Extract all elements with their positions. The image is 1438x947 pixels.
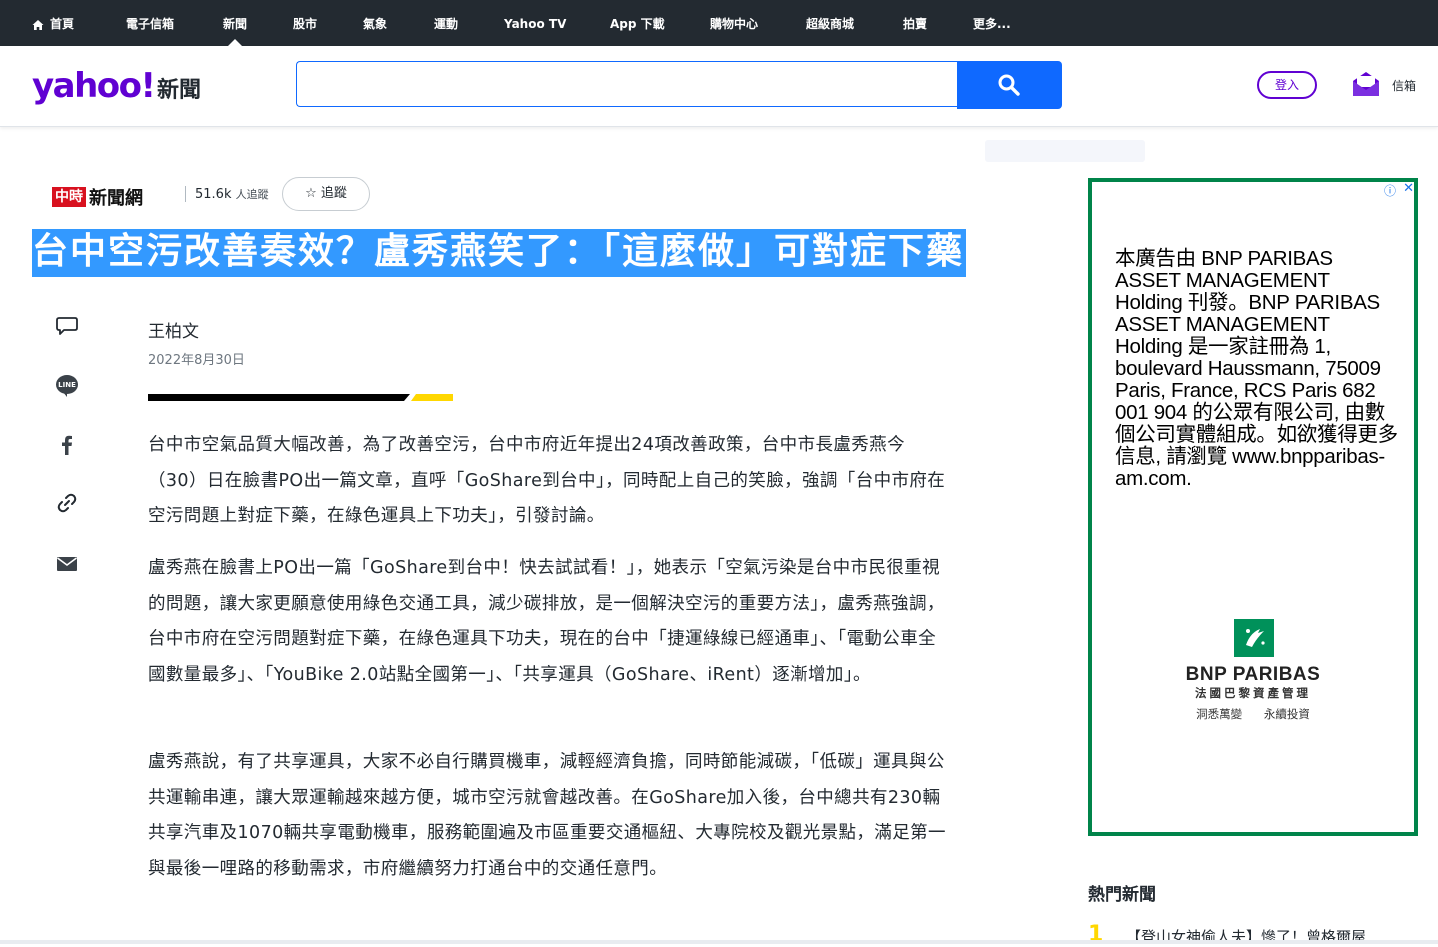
star-icon: ☆ bbox=[305, 186, 317, 201]
article-paragraph: 盧秀燕在臉書上PO出一篇「GoShare到台中！快去試試看！」，她表示「空氣污染… bbox=[148, 558, 945, 685]
close-ad-icon[interactable]: ✕ bbox=[1403, 181, 1414, 196]
article-paragraph: 盧秀燕說，有了共享運具，大家不必自行購買機車，減輕經濟負擔，同時節能減碳，「低碳… bbox=[148, 752, 946, 879]
adchoices-icon[interactable]: ⓘ bbox=[1384, 182, 1396, 199]
envelope-icon bbox=[57, 557, 77, 571]
yahoo-logo[interactable]: yahoo! bbox=[32, 66, 156, 106]
facebook-share-button[interactable] bbox=[54, 433, 80, 459]
ad-brand: BNP PARIBAS bbox=[1185, 664, 1321, 685]
line-share-button[interactable]: LINE bbox=[54, 373, 80, 399]
follower-label: 人追蹤 bbox=[235, 188, 269, 201]
ad-brand-sub: 法國巴黎資產管理 bbox=[1195, 686, 1311, 700]
comment-button[interactable] bbox=[54, 315, 80, 341]
hot-news-heading: 熱門新聞 bbox=[1088, 885, 1156, 905]
decorative-bar bbox=[148, 394, 410, 401]
top-navigation-bar: 首頁 電子信箱 新聞 股市 氣象 運動 Yahoo TV App 下載 購物中心… bbox=[0, 0, 1438, 46]
divider bbox=[185, 186, 186, 202]
sidebar-ad[interactable]: ⓘ ✕ 本廣告由 BNP PARIBAS ASSET MANAGEMENT Ho… bbox=[1088, 178, 1418, 836]
mail-icon[interactable] bbox=[1351, 70, 1381, 98]
nav-item-stocks[interactable]: 股市 bbox=[293, 0, 317, 46]
ad-placeholder bbox=[985, 140, 1145, 162]
article-title: 台中空污改善奏效？盧秀燕笑了：「這麼做」可對症下藥 bbox=[32, 229, 967, 277]
nav-item-home[interactable]: 首頁 bbox=[32, 0, 74, 46]
mail-label[interactable]: 信箱 bbox=[1392, 77, 1416, 94]
bnp-logo-icon bbox=[1234, 619, 1274, 657]
follow-label: 追蹤 bbox=[320, 186, 347, 201]
logo-section-label: 新聞 bbox=[157, 78, 202, 103]
author-name[interactable]: 王柏文 bbox=[148, 317, 199, 342]
facebook-icon bbox=[62, 435, 72, 455]
copy-link-button[interactable] bbox=[54, 491, 80, 517]
nav-item-auction[interactable]: 拍賣 bbox=[903, 0, 927, 46]
nav-item-yahoo-tv[interactable]: Yahoo TV bbox=[504, 0, 566, 46]
follow-button[interactable]: ☆ 追蹤 bbox=[282, 177, 370, 211]
login-button[interactable]: 登入 bbox=[1257, 71, 1317, 99]
search-input[interactable] bbox=[296, 61, 958, 107]
publisher-logo[interactable]: 中時 新聞網 bbox=[52, 184, 143, 209]
publisher-logo-text: 新聞網 bbox=[89, 188, 143, 209]
nav-item-news[interactable]: 新聞 bbox=[223, 0, 247, 46]
email-share-button[interactable] bbox=[54, 552, 80, 578]
nav-item-shopping[interactable]: 購物中心 bbox=[710, 0, 758, 46]
follower-number: 51.6k bbox=[195, 187, 232, 202]
search-icon bbox=[998, 74, 1020, 96]
home-icon bbox=[32, 19, 44, 30]
comment-icon bbox=[56, 317, 78, 335]
nav-item-more[interactable]: 更多... bbox=[973, 0, 1011, 46]
article-paragraph: 台中市空氣品質大幅改善，為了改善空污，台中市府近年提出24項改善政策，台中市長盧… bbox=[148, 435, 946, 526]
nav-item-sports[interactable]: 運動 bbox=[434, 0, 458, 46]
publish-date: 2022年8月30日 bbox=[148, 353, 245, 368]
nav-item-label: 首頁 bbox=[50, 17, 75, 31]
search-button[interactable] bbox=[957, 61, 1062, 109]
line-icon: LINE bbox=[56, 375, 78, 397]
decorative-bar-accent bbox=[411, 394, 453, 401]
ad-text: 本廣告由 BNP PARIBAS ASSET MANAGEMENT Holdin… bbox=[1115, 247, 1398, 490]
site-header: yahoo! 新聞 登入 信箱 bbox=[0, 46, 1438, 127]
follower-count: 51.6k 人追蹤 bbox=[195, 186, 269, 202]
horizontal-scrollbar[interactable] bbox=[0, 940, 1438, 944]
publisher-logo-red: 中時 bbox=[52, 187, 86, 207]
link-icon bbox=[57, 493, 77, 513]
ad-tagline: 洞悉萬變 永續投資 bbox=[1196, 707, 1310, 721]
nav-item-weather[interactable]: 氣象 bbox=[363, 0, 387, 46]
svg-text:LINE: LINE bbox=[58, 381, 76, 389]
nav-item-app-download[interactable]: App 下載 bbox=[610, 0, 665, 46]
nav-item-mail[interactable]: 電子信箱 bbox=[126, 0, 174, 46]
nav-item-mall[interactable]: 超級商城 bbox=[806, 0, 854, 46]
